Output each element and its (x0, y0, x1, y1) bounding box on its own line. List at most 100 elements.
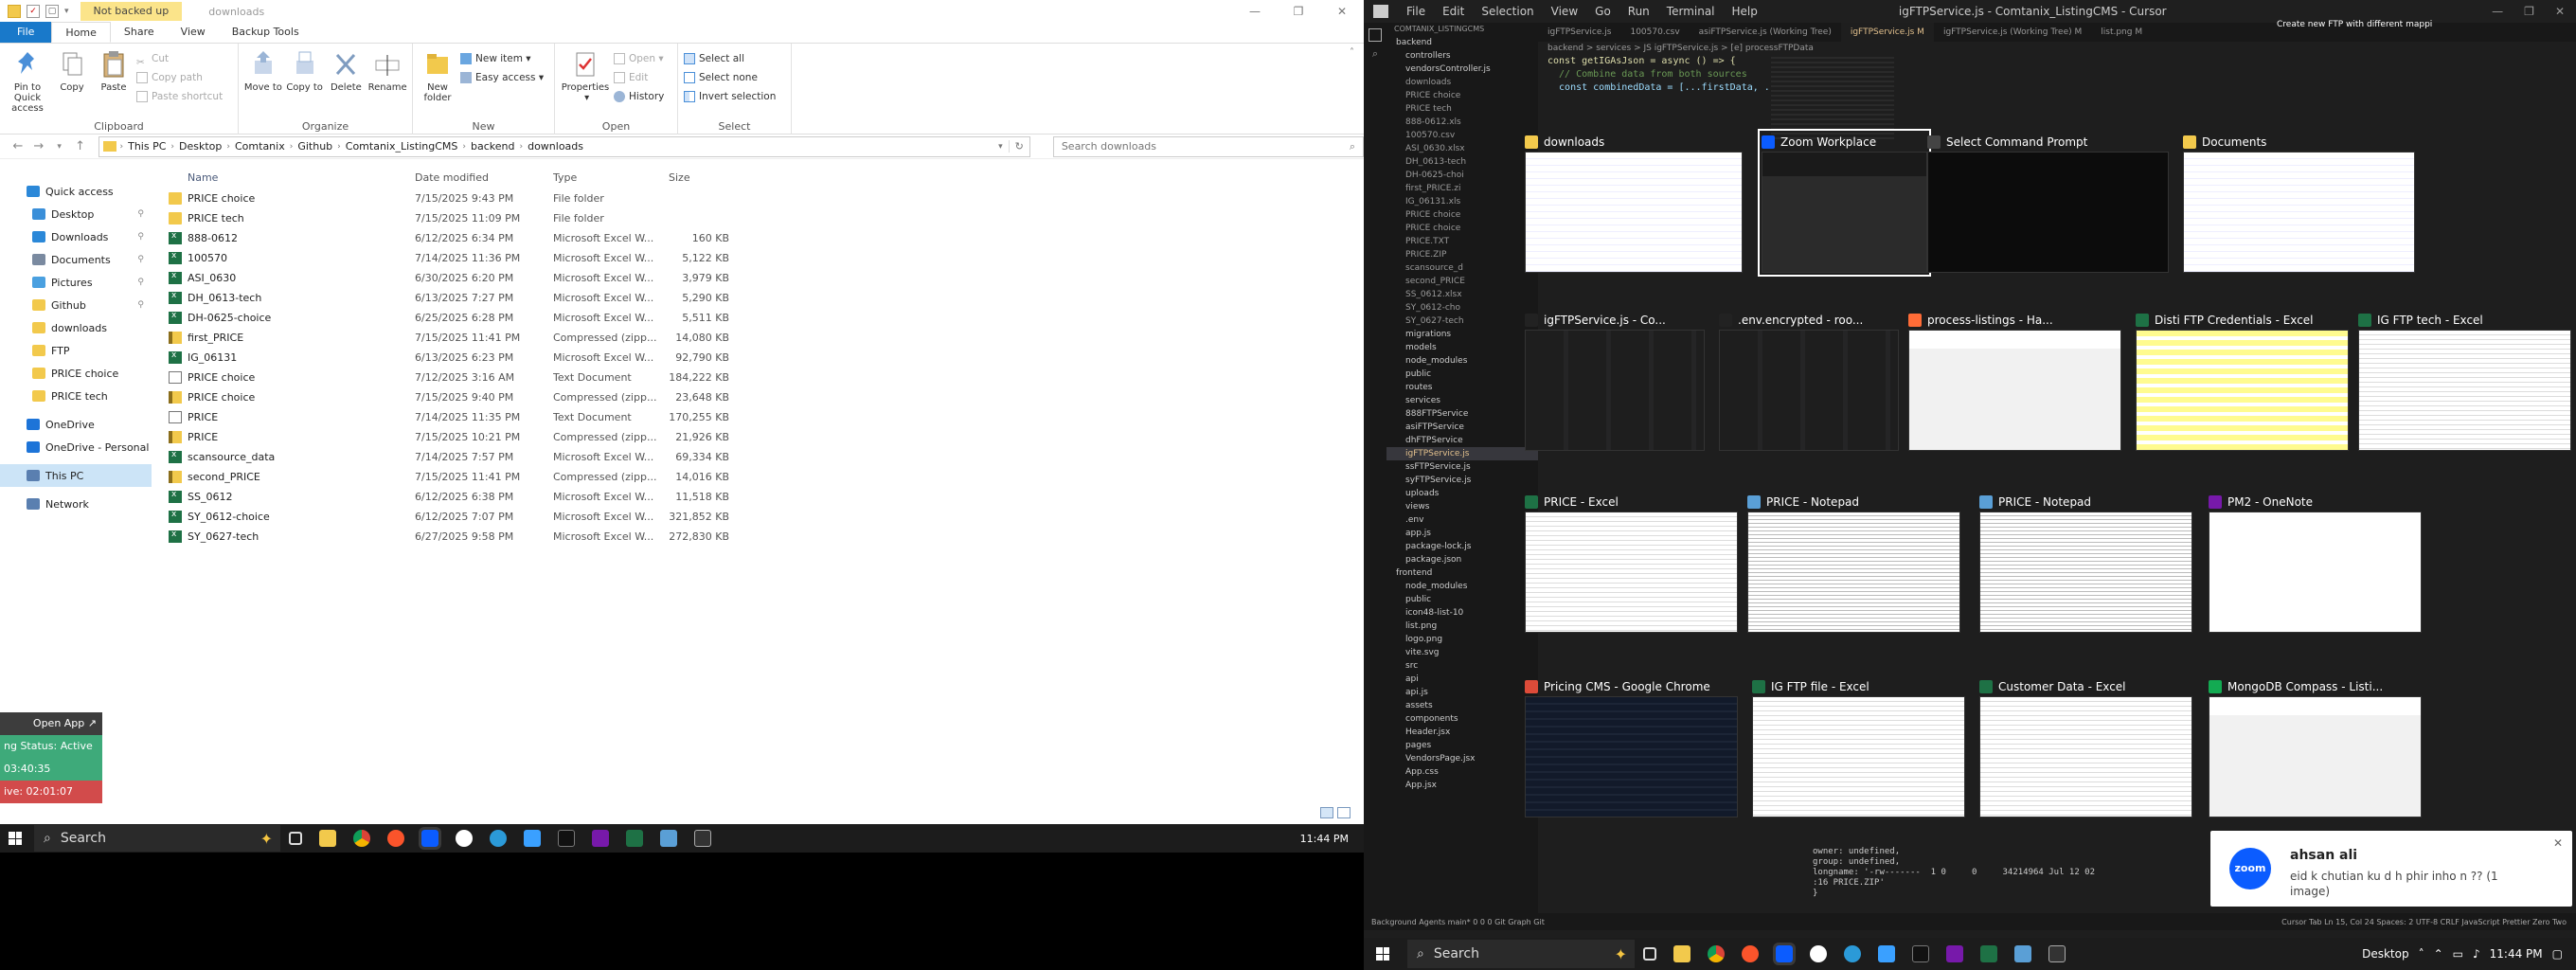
nav-item[interactable]: Desktop ⚲ (0, 203, 152, 225)
select-all-button[interactable]: Select all (682, 49, 778, 68)
onenote-icon[interactable] (592, 830, 609, 847)
alt-tab-window[interactable]: PM2 - OneNote (2209, 493, 2422, 633)
menu-run[interactable]: Run (1619, 5, 1658, 18)
delete-button[interactable]: Delete (326, 47, 367, 93)
alt-tab-window[interactable]: .env.encrypted - roo... (1719, 311, 1899, 451)
tree-item[interactable]: PRICE choice (1386, 208, 1538, 222)
history-button[interactable]: History (612, 87, 666, 106)
column-size[interactable]: Size (665, 171, 729, 184)
tree-item[interactable]: DH_0613-tech (1386, 155, 1538, 169)
tree-item[interactable]: ASI_0630.xlsx (1386, 142, 1538, 155)
tree-item[interactable]: second_PRICE (1386, 275, 1538, 288)
tree-item[interactable]: SY_0627-tech (1386, 314, 1538, 328)
tree-item[interactable]: public (1386, 368, 1538, 381)
file-row[interactable]: PRICE choice 7/12/2025 3:16 AM Text Docume… (161, 368, 1354, 387)
tree-item[interactable]: components (1386, 712, 1538, 726)
taskbar-clock[interactable]: 11:44 PM (1300, 833, 1364, 845)
file-row[interactable]: PRICE tech 7/15/2025 11:09 PM File folder (161, 208, 1354, 228)
paste-shortcut-button[interactable]: Paste shortcut (134, 87, 224, 106)
notepad-icon[interactable] (660, 830, 677, 847)
edge-icon[interactable] (1844, 945, 1861, 962)
copy-button[interactable]: Copy (51, 47, 93, 93)
column-date[interactable]: Date modified (415, 171, 553, 184)
editor-tab[interactable]: list.png M (2091, 27, 2152, 37)
task-view-icon[interactable] (289, 832, 302, 845)
menu-view[interactable]: View (1543, 5, 1586, 18)
tree-item[interactable]: list.png (1386, 620, 1538, 633)
tree-item[interactable]: api.js (1386, 686, 1538, 699)
tab-home[interactable]: Home (51, 22, 111, 43)
cursor-icon[interactable] (2048, 945, 2066, 962)
tab-view[interactable]: View (168, 22, 219, 43)
maximize-icon[interactable]: ❐ (2524, 5, 2534, 18)
tree-item[interactable]: PRICE tech (1386, 102, 1538, 116)
brave-icon[interactable] (1742, 945, 1759, 962)
qa-dropdown-icon[interactable]: ▾ (64, 7, 69, 16)
tree-item[interactable]: api (1386, 673, 1538, 686)
file-row[interactable]: second_PRICE 7/15/2025 11:41 PM Compressed… (161, 467, 1354, 487)
nav-item[interactable]: Pictures ⚲ (0, 271, 152, 294)
nav-item[interactable]: downloads (0, 316, 152, 339)
chrome-icon[interactable] (353, 830, 370, 847)
postman-icon[interactable] (524, 830, 541, 847)
column-name[interactable]: Name (161, 171, 415, 184)
nav-item[interactable]: This PC (0, 464, 152, 487)
menu-go[interactable]: Go (1586, 5, 1619, 18)
tree-item[interactable]: 100570.csv (1386, 129, 1538, 142)
file-row[interactable]: DH-0625-choice 6/25/2025 6:28 PM Microsoft… (161, 308, 1354, 328)
zoom-notification[interactable]: zoom ahsan ali eid k chutian ku d h phir… (2210, 831, 2572, 907)
tree-item[interactable]: app.js (1386, 527, 1538, 540)
tree-item[interactable]: package.json (1386, 553, 1538, 566)
volume-icon[interactable]: ♪ (2473, 947, 2480, 961)
file-row[interactable]: first_PRICE 7/15/2025 11:41 PM Compressed … (161, 328, 1354, 348)
file-row[interactable]: 888-0612 6/12/2025 6:34 PM Microsoft Excel… (161, 228, 1354, 248)
task-view-icon[interactable] (1643, 947, 1656, 961)
breadcrumb-backend[interactable]: backend (471, 140, 514, 153)
file-row[interactable]: DH_0613-tech 6/13/2025 7:27 PM Microsoft E… (161, 288, 1354, 308)
editor-tab[interactable]: igFTPService.js M (1840, 23, 1934, 42)
file-row[interactable]: SY_0627-tech 6/27/2025 9:58 PM Microsoft E… (161, 527, 1354, 547)
tree-item[interactable]: node_modules (1386, 354, 1538, 368)
brave-icon[interactable] (387, 830, 404, 847)
editor-tab[interactable]: igFTPService.js (Working Tree) M (1934, 27, 2091, 37)
tree-item[interactable]: igFTPService.js (1386, 447, 1538, 460)
chrome-icon[interactable] (1708, 945, 1725, 962)
menu-help[interactable]: Help (1724, 5, 1766, 18)
breadcrumb-comtanix[interactable]: Comtanix (235, 140, 285, 153)
close-icon[interactable]: ✕ (1320, 5, 1364, 18)
search-view-icon[interactable]: ⌕ (1364, 47, 1386, 61)
start-button[interactable] (1364, 947, 1402, 961)
tree-item[interactable]: services (1386, 394, 1538, 407)
file-row[interactable]: ASI_0630 6/30/2025 6:20 PM Microsoft Excel… (161, 268, 1354, 288)
back-icon[interactable]: ← (8, 139, 28, 153)
tree-item[interactable]: .env (1386, 513, 1538, 527)
alt-tab-window[interactable]: Disti FTP Credentials - Excel (2136, 311, 2349, 451)
tree-item[interactable]: syFTPService.js (1386, 474, 1538, 487)
alt-tab-window[interactable]: downloads (1525, 133, 1743, 273)
alt-tab-window[interactable]: IG FTP file - Excel (1752, 677, 1965, 817)
app-icon[interactable] (456, 830, 473, 847)
start-button[interactable] (0, 832, 30, 845)
tab-file[interactable]: File (0, 22, 52, 43)
nav-item[interactable]: OneDrive (0, 413, 152, 436)
taskbar-search[interactable]: ⌕ Search ✦ (1407, 940, 1635, 968)
ribbon-collapse-icon[interactable]: ˄ (1340, 44, 1364, 134)
paste-button[interactable]: Paste (93, 47, 134, 93)
tree-item[interactable]: uploads (1386, 487, 1538, 500)
onenote-icon[interactable] (1946, 945, 1963, 962)
explorer-view-icon[interactable] (1368, 28, 1382, 42)
copy-to-button[interactable]: Copy to (284, 47, 326, 93)
editor-tab[interactable]: asiFTPService.js (Working Tree) (1690, 27, 1841, 37)
move-to-button[interactable]: Move to (242, 47, 284, 93)
tree-item[interactable]: logo.png (1386, 633, 1538, 646)
tree-item[interactable]: icon48-list-10 (1386, 606, 1538, 620)
maximize-icon[interactable]: ❐ (1277, 5, 1320, 18)
tree-item[interactable]: controllers (1386, 49, 1538, 63)
tree-item[interactable]: migrations (1386, 328, 1538, 341)
breadcrumb-listingcms[interactable]: Comtanix_ListingCMS (346, 140, 458, 153)
tree-item[interactable]: routes (1386, 381, 1538, 394)
invert-selection-button[interactable]: Invert selection (682, 87, 778, 106)
desktop-toolbar[interactable]: Desktop (2362, 947, 2409, 961)
nav-item[interactable]: Github ⚲ (0, 294, 152, 316)
tree-item[interactable]: 888FTPService (1386, 407, 1538, 421)
